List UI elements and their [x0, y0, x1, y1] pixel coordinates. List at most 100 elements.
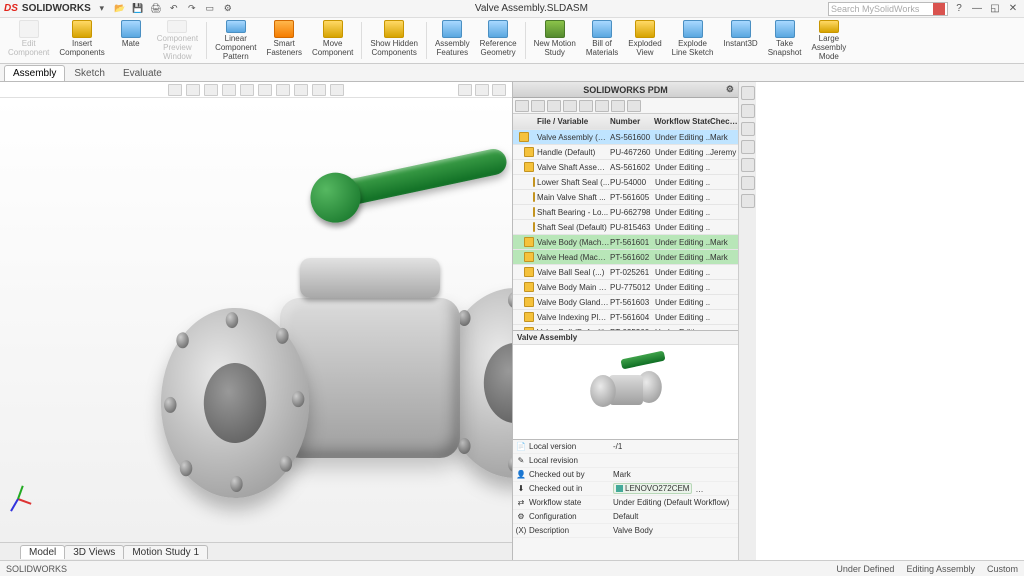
ribbon-show-hidden-components[interactable]: Show HiddenComponents	[366, 18, 422, 63]
edit-appearance-icon[interactable]	[294, 84, 308, 96]
view-settings-icon[interactable]	[330, 84, 344, 96]
pdm-number: PU-775012	[610, 283, 654, 292]
ribbon-instant3d[interactable]: Instant3D	[719, 18, 761, 63]
qat-save-icon[interactable]: 💾	[131, 2, 145, 16]
pdm-row[interactable]: Main Valve Shaft ...PT-561605Under Editi…	[513, 190, 738, 205]
tab-sketch[interactable]: Sketch	[65, 65, 114, 81]
ribbon-move-component[interactable]: MoveComponent	[308, 18, 357, 63]
ribbon-assembly-features[interactable]: AssemblyFeatures	[431, 18, 474, 63]
pdm-row[interactable]: Valve Body Main Seal ...PU-775012Under E…	[513, 280, 738, 295]
taskpane-custom-props-icon[interactable]	[741, 176, 755, 190]
pdm-getlatest-icon[interactable]	[531, 100, 545, 112]
pdm-tree-icon[interactable]	[611, 100, 625, 112]
view-orientation-icon[interactable]	[240, 84, 254, 96]
sheet-tab-motion-study-1[interactable]: Motion Study 1	[123, 545, 208, 559]
sheet-tab-3d-views[interactable]: 3D Views	[64, 545, 124, 559]
pdm-number: PT-561602	[610, 253, 654, 262]
pdm-more-icon[interactable]	[627, 100, 641, 112]
qat-new-icon[interactable]: ▾	[95, 2, 109, 16]
pdm-search-icon[interactable]	[579, 100, 593, 112]
pdm-checkout-icon[interactable]	[563, 100, 577, 112]
col-number[interactable]: Number	[610, 117, 654, 126]
pdm-row[interactable]: Valve Indexing Plate (...PT-561604Under …	[513, 310, 738, 325]
ribbon-mate[interactable]: Mate	[111, 18, 151, 63]
taskpane-design-library-icon[interactable]	[741, 104, 755, 118]
sheet-tab-model[interactable]: Model	[20, 545, 65, 559]
pdm-checkin-icon[interactable]	[547, 100, 561, 112]
pdm-tree[interactable]: Valve Assembly (Default)AS-561600Under E…	[513, 130, 738, 330]
ribbon-smart-fasteners[interactable]: SmartFasteners	[262, 18, 306, 63]
apply-scene-icon[interactable]	[312, 84, 326, 96]
qat-print-icon[interactable]: 🖨	[149, 2, 163, 16]
col-file[interactable]: File / Variable	[535, 117, 610, 126]
pdm-number: AS-561602	[610, 163, 654, 172]
search-icon[interactable]	[933, 3, 945, 15]
section-view-icon[interactable]	[222, 84, 236, 96]
doc-max-icon[interactable]	[475, 84, 489, 96]
restore-icon[interactable]: ◱	[988, 2, 1002, 16]
qat-select-icon[interactable]: ▭	[203, 2, 217, 16]
taskpane-resources-icon[interactable]	[741, 86, 755, 100]
search-input[interactable]: Search MySolidWorks	[828, 2, 948, 16]
pdm-row[interactable]: Handle (Default)PU-467260Under Editing .…	[513, 145, 738, 160]
ribbon-icon	[635, 20, 655, 38]
property-key: Configuration	[529, 512, 613, 521]
pdm-row[interactable]: Shaft Bearing - Lo...PU-662798Under Edit…	[513, 205, 738, 220]
display-style-icon[interactable]	[258, 84, 272, 96]
taskpane-view-palette-icon[interactable]	[741, 140, 755, 154]
ribbon-bill-of-materials[interactable]: Bill ofMaterials	[582, 18, 622, 63]
doc-min-icon[interactable]	[458, 84, 472, 96]
pdm-row[interactable]: Valve Body Gland (De...PT-561603Under Ed…	[513, 295, 738, 310]
zoom-area-icon[interactable]	[186, 84, 200, 96]
pdm-row[interactable]: Valve Ball Seal (...)PT-025261Under Edit…	[513, 265, 738, 280]
pdm-row[interactable]: Shaft Seal (Default)PU-815463Under Editi…	[513, 220, 738, 235]
qat-redo-icon[interactable]: ↷	[185, 2, 199, 16]
ribbon-exploded-view[interactable]: ExplodedView	[624, 18, 665, 63]
tab-assembly[interactable]: Assembly	[4, 65, 65, 81]
ribbon-insert-components[interactable]: InsertComponents	[55, 18, 108, 63]
pdm-number: PT-561605	[610, 193, 654, 202]
ribbon-reference-geometry[interactable]: ReferenceGeometry	[476, 18, 521, 63]
pdm-checkedoutby: Jeremy	[710, 148, 738, 157]
pdm-filter-icon[interactable]	[595, 100, 609, 112]
ribbon-take-snapshot[interactable]: TakeSnapshot	[764, 18, 806, 63]
taskpane-pdm-icon[interactable]	[741, 194, 755, 208]
property-icon: ⇄	[513, 498, 529, 507]
part-icon	[524, 237, 534, 247]
pdm-refresh-icon[interactable]	[515, 100, 529, 112]
pdm-row[interactable]: Lower Shaft Seal (...PU-54000Under Editi…	[513, 175, 738, 190]
graphics-viewport[interactable]	[0, 98, 512, 542]
ribbon-large-assembly-mode[interactable]: LargeAssemblyMode	[808, 18, 851, 63]
property-value: -/1	[613, 442, 738, 451]
pdm-row[interactable]: Valve Head (Machined)PT-561602Under Edit…	[513, 250, 738, 265]
pdm-row[interactable]: Valve Body (Machined)PT-561601Under Edit…	[513, 235, 738, 250]
qat-undo-icon[interactable]: ↶	[167, 2, 181, 16]
ribbon-new-motion-study[interactable]: New MotionStudy	[530, 18, 580, 63]
part-icon	[524, 312, 534, 322]
ribbon-explode-line-sketch[interactable]: ExplodeLine Sketch	[668, 18, 718, 63]
close-icon[interactable]: ✕	[1006, 2, 1020, 16]
qat-options-icon[interactable]: ⚙	[221, 2, 235, 16]
col-checkedout[interactable]: Checked Out By	[710, 117, 738, 126]
reference-triad[interactable]	[6, 486, 36, 516]
doc-close-icon[interactable]	[492, 84, 506, 96]
ribbon-linear-component-pattern[interactable]: LinearComponentPattern	[211, 18, 260, 63]
col-workflow[interactable]: Workflow State	[654, 117, 710, 126]
hide-show-icon[interactable]	[276, 84, 290, 96]
property-key: Description	[529, 526, 613, 535]
pdm-number: PU-467260	[610, 148, 654, 157]
triad-y-axis-icon	[17, 486, 24, 500]
previous-view-icon[interactable]	[204, 84, 218, 96]
minimize-icon[interactable]: —	[970, 2, 984, 16]
pdm-options-icon[interactable]: ⚙	[726, 84, 734, 95]
pdm-workflow: Under Editing ...	[654, 148, 710, 157]
qat-open-icon[interactable]: 📂	[113, 2, 127, 16]
pdm-row[interactable]: Valve Shaft Assembly ...AS-561602Under E…	[513, 160, 738, 175]
tab-evaluate[interactable]: Evaluate	[114, 65, 171, 81]
taskpane-appearances-icon[interactable]	[741, 158, 755, 172]
taskpane-file-explorer-icon[interactable]	[741, 122, 755, 136]
help-icon[interactable]: ?	[952, 2, 966, 16]
status-units[interactable]: Custom	[987, 564, 1018, 574]
zoom-fit-icon[interactable]	[168, 84, 182, 96]
pdm-row[interactable]: Valve Assembly (Default)AS-561600Under E…	[513, 130, 738, 145]
